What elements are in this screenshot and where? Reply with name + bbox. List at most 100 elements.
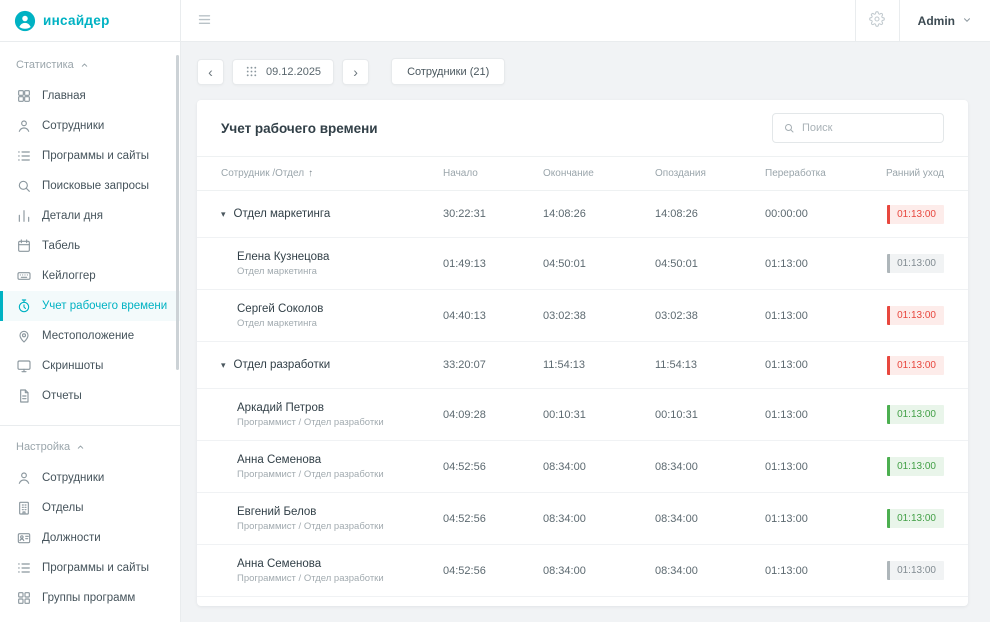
early-leave-badge: 01:13:00 [887, 405, 944, 424]
sidebar-item[interactable]: Табель [0, 231, 180, 261]
end-cell: 03:02:38 [543, 310, 655, 322]
start-cell: 04:52:56 [443, 565, 543, 577]
sidebar-item[interactable]: Отчеты [0, 381, 180, 411]
next-day-button[interactable]: › [342, 59, 369, 85]
sidebar-item[interactable]: Учет рабочего времени [0, 291, 180, 321]
sort-asc-icon[interactable]: ↑ [308, 168, 313, 179]
stopwatch-icon [16, 298, 32, 314]
column-header[interactable]: Сотрудник /Отдел↑ [221, 168, 443, 179]
early-leave-badge: 01:13:00 [887, 306, 944, 325]
id-badge-icon [16, 530, 32, 546]
employee-row[interactable]: Аркадий Петров Программист / Отдел разраб… [197, 389, 968, 441]
top-bar: инсайдер Admin [0, 0, 990, 42]
date-picker-button[interactable]: 09.12.2025 [232, 59, 334, 85]
name-cell: Сергей Соколов Отдел маркетинга [221, 303, 443, 329]
panel-header: Учет рабочего времени [197, 100, 968, 157]
overtime-cell: 01:13:00 [765, 461, 865, 473]
employees-tab-button[interactable]: Сотрудники (21) [391, 58, 505, 85]
sidebar-item[interactable]: Поисковые запросы [0, 171, 180, 201]
sidebar-item-label: Программы и сайты [42, 150, 149, 162]
sidebar-item-label: Отделы [42, 502, 84, 514]
column-header[interactable]: Переработка [765, 168, 865, 179]
sidebar-item[interactable]: Группы программ [0, 583, 180, 613]
sidebar-item[interactable]: Сотрудники [0, 463, 180, 493]
group-row[interactable]: ▾Отдел маркетинга30:22:3114:08:2614:08:2… [197, 191, 968, 238]
sidebar-item[interactable]: Сотрудники [0, 111, 180, 141]
employee-row[interactable]: Елена КузнецоваОтдел маркетинга01:49:130… [197, 238, 968, 290]
chevron-right-icon: › [353, 65, 358, 79]
employee-row[interactable]: Евгений Белов Программист / Отдел разрабо… [197, 493, 968, 545]
sidebar: СтатистикаГлавная Сотрудники Программы и с… [0, 42, 181, 622]
column-header[interactable]: Ранний уход [865, 168, 944, 179]
sidebar-item[interactable]: Отделы [0, 493, 180, 523]
late-cell: 08:34:00 [655, 513, 765, 525]
caret-down-icon[interactable]: ▾ [221, 360, 226, 370]
overtime-cell: 01:13:00 [765, 310, 865, 322]
sidebar-item[interactable]: Программы и сайты [0, 553, 180, 583]
sidebar-item[interactable]: Должности [0, 523, 180, 553]
sidebar-item-label: Скриншоты [42, 360, 103, 372]
sidebar-item[interactable]: Скриншоты [0, 351, 180, 381]
employee-name: Евгений Белов [237, 506, 443, 518]
date-controls: ‹ 09.12.2025 › Сотрудни [197, 58, 968, 85]
sidebar-item[interactable]: Местоположение [0, 321, 180, 351]
end-cell: 11:54:13 [543, 359, 655, 371]
employee-row[interactable]: Анна СеменоваПрограммист / Отдел разрабо… [197, 441, 968, 493]
topbar-spacer [227, 0, 855, 41]
person-icon [16, 118, 32, 134]
column-header[interactable]: Опоздания [655, 168, 765, 179]
sidebar-item[interactable]: Детали дня [0, 201, 180, 231]
sidebar-item-label: Сотрудники [42, 120, 104, 132]
employee-role: Программист / Отдел разработки [237, 521, 443, 532]
search-input[interactable] [802, 122, 933, 134]
gear-icon [869, 11, 885, 30]
menu-toggle-button[interactable] [181, 0, 227, 41]
user-menu-button[interactable]: Admin [899, 0, 990, 41]
sidebar-item-label: Детали дня [42, 210, 103, 222]
chevron-left-icon: ‹ [208, 65, 213, 79]
employee-row[interactable]: Анна СеменоваПрограммист / Отдел разрабо… [197, 545, 968, 597]
column-header-label: Переработка [765, 168, 826, 179]
panel-title: Учет рабочего времени [221, 121, 378, 136]
sidebar-item-label: Группы программ [42, 592, 135, 604]
time-tracking-panel: Учет рабочего времени Сотрудник /Отдел↑Н… [197, 100, 968, 606]
employee-info: Елена КузнецоваОтдел маркетинга [221, 251, 443, 277]
employee-role: Программист / Отдел разработки [237, 573, 443, 584]
employee-row[interactable]: Сергей СоколовОтдел маркетинга04:40:1303… [197, 290, 968, 342]
search-icon [783, 122, 795, 134]
early-leave-cell: 01:13:00 [865, 254, 944, 273]
start-cell: 04:52:56 [443, 461, 543, 473]
settings-button[interactable] [855, 0, 899, 41]
name-cell: ▾Отдел маркетинга [221, 208, 443, 220]
late-cell: 11:54:13 [655, 359, 765, 371]
sidebar-section-header[interactable]: Статистика [0, 44, 180, 81]
brand[interactable]: инсайдер [0, 0, 181, 41]
pin-icon [16, 328, 32, 344]
table-body: ▾Отдел маркетинга30:22:3114:08:2614:08:2… [197, 191, 968, 597]
overtime-cell: 01:13:00 [765, 258, 865, 270]
late-cell: 00:10:31 [655, 409, 765, 421]
calendar-grid-icon [245, 65, 258, 78]
employee-role: Программист / Отдел разработки [237, 417, 443, 428]
sidebar-item-label: Должности [42, 532, 101, 544]
caret-down-icon[interactable]: ▾ [221, 209, 226, 219]
column-header[interactable]: Начало [443, 168, 543, 179]
person-icon [16, 470, 32, 486]
prev-day-button[interactable]: ‹ [197, 59, 224, 85]
employee-name: Сергей Соколов [237, 303, 443, 315]
sidebar-scrollbar[interactable] [176, 55, 179, 370]
sidebar-item-label: Кейлоггер [42, 270, 96, 282]
sidebar-item[interactable]: Кейлоггер [0, 261, 180, 291]
column-header[interactable]: Окончание [543, 168, 655, 179]
early-leave-badge: 01:13:00 [887, 356, 944, 375]
list-icon [16, 560, 32, 576]
layout: СтатистикаГлавная Сотрудники Программы и с… [0, 42, 990, 622]
employee-role: Отдел маркетинга [237, 318, 443, 329]
brand-logo-icon [14, 10, 36, 32]
sidebar-item[interactable]: Программы и сайты [0, 141, 180, 171]
group-row[interactable]: ▾Отдел разработки33:20:0711:54:1311:54:1… [197, 342, 968, 389]
early-leave-badge: 01:13:00 [887, 205, 944, 224]
sidebar-item[interactable]: Главная [0, 81, 180, 111]
sidebar-section-header[interactable]: Настройка [0, 426, 180, 463]
employee-name: Аркадий Петров [237, 402, 443, 414]
